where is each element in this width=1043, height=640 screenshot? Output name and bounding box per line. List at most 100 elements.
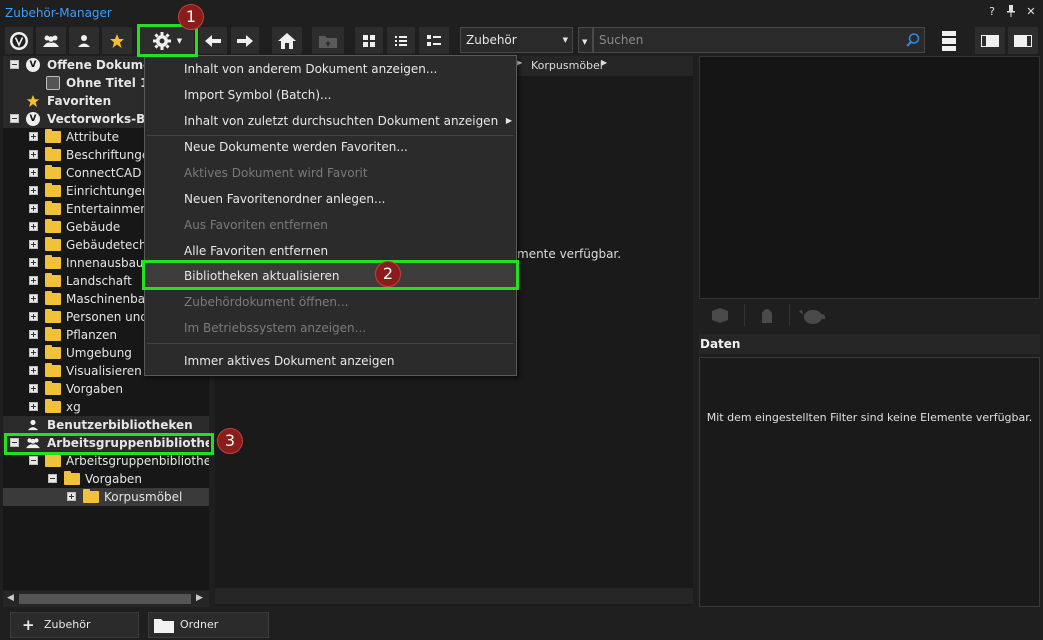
expand-icon[interactable]: [29, 150, 38, 159]
tree-horizontal-scrollbar[interactable]: ◀ ▶: [3, 591, 209, 607]
expand-icon[interactable]: [29, 258, 38, 267]
search-input[interactable]: [599, 31, 899, 49]
data-empty-message: Mit dem eingestellten Filter sind keine …: [706, 411, 1033, 424]
collapse-icon[interactable]: [10, 114, 19, 123]
parent-folder-button[interactable]: [312, 27, 344, 54]
expand-icon[interactable]: [29, 330, 38, 339]
expand-icon[interactable]: [29, 366, 38, 375]
tree-item-xg[interactable]: xg: [3, 398, 209, 416]
menu-separator: [147, 343, 514, 344]
home-button[interactable]: [272, 27, 302, 54]
menu-item-open-resource-document[interactable]: Zubehördokument öffnen...: [145, 289, 516, 315]
pin-icon: [1007, 5, 1015, 17]
folder-icon: [45, 453, 61, 467]
workgroup-libraries-button[interactable]: [36, 27, 66, 54]
menu-item-always-show-active-doc[interactable]: Immer aktives Dokument anzeigen: [145, 348, 516, 374]
menu-item-show-in-os[interactable]: Im Betriebssystem anzeigen...: [145, 315, 516, 341]
folder-icon: [45, 165, 61, 179]
menu-item-import-symbol-batch[interactable]: Import Symbol (Batch)...: [145, 82, 516, 108]
expand-icon[interactable]: [29, 186, 38, 195]
menu-item-active-doc-favorite[interactable]: Aktives Dokument wird Favorit: [145, 160, 516, 186]
detail-view-button[interactable]: [419, 27, 449, 54]
vectorworks-logo-icon: V: [26, 58, 40, 72]
document-icon: [46, 76, 60, 90]
folder-icon: [45, 345, 61, 359]
expand-icon[interactable]: [29, 132, 38, 141]
preview-toolbar: [699, 300, 1040, 330]
arrow-right-icon: [237, 34, 253, 47]
empty-message: mente verfügbar.: [517, 247, 622, 261]
folder-icon: [83, 489, 99, 503]
expand-icon[interactable]: [29, 222, 38, 231]
vectorworks-libraries-button[interactable]: [5, 27, 33, 54]
list-view-button[interactable]: [387, 27, 415, 54]
highlight-workgroup-libraries: [4, 433, 214, 455]
back-button[interactable]: [199, 27, 227, 54]
expand-icon[interactable]: [29, 348, 38, 357]
close-button[interactable]: ✕: [1024, 5, 1038, 21]
thumbnail-view-button[interactable]: [355, 27, 383, 54]
search-icon: [906, 33, 920, 47]
user-icon: [27, 419, 39, 431]
expand-icon[interactable]: [29, 276, 38, 285]
divider: [744, 304, 745, 326]
collapse-icon[interactable]: [48, 474, 57, 483]
add-folder-button[interactable]: Ordner anlegen...: [148, 612, 269, 638]
collapse-icon[interactable]: [10, 60, 19, 69]
scroll-right-icon[interactable]: ▶: [196, 593, 203, 603]
toggle-tree-button[interactable]: [934, 27, 964, 54]
menu-item-new-favorites-folder[interactable]: Neuen Favoritenordner anlegen...: [145, 186, 516, 212]
step-badge-1: 1: [178, 4, 204, 30]
menu-item-show-other-document[interactable]: Inhalt von anderem Dokument anzeigen...: [145, 56, 516, 82]
plus-icon: +: [22, 616, 35, 634]
user-libraries-button[interactable]: [69, 27, 99, 54]
scroll-left-icon[interactable]: ◀: [7, 593, 14, 603]
layout-left-button[interactable]: [975, 27, 1005, 54]
folder-icon: [45, 129, 61, 143]
filter-select[interactable]: Zubehör komplett ▼: [460, 27, 573, 71]
panel-stack-icon: [942, 30, 956, 51]
breadcrumb-item[interactable]: Korpusmöbel: [531, 59, 603, 72]
folder-icon: [45, 363, 61, 377]
folder-outline-icon: [154, 619, 174, 633]
2d-view-icon: [712, 308, 728, 323]
folder-icon: [45, 219, 61, 233]
3d-view-icon: [762, 309, 772, 323]
chevron-right-icon[interactable]: ▶: [601, 58, 607, 67]
scroll-thumb[interactable]: [19, 594, 191, 604]
add-resource-button[interactable]: + Zubehör anlegen...: [10, 612, 139, 638]
settings-dropdown-menu: Inhalt von anderem Dokument anzeigen... …: [144, 55, 517, 376]
expand-icon[interactable]: [29, 384, 38, 393]
layout-right-icon: [1014, 34, 1032, 47]
menu-item-new-docs-favorites[interactable]: Neue Dokumente werden Favoriten...: [145, 134, 516, 160]
collapse-icon[interactable]: [29, 456, 38, 465]
forward-button[interactable]: [231, 27, 259, 54]
tree-item-user-libraries[interactable]: Benutzerbibliotheken: [3, 416, 209, 434]
tree-item-korpusmoebel[interactable]: Korpusmöbel: [3, 488, 209, 506]
expand-icon[interactable]: [29, 312, 38, 321]
chevron-down-icon: ▼: [562, 36, 568, 44]
menu-item-recent-documents[interactable]: Inhalt von zuletzt durchsuchten Dokument…: [145, 108, 516, 134]
expand-icon[interactable]: [29, 402, 38, 411]
arrow-left-icon: [205, 34, 221, 47]
expand-icon[interactable]: [29, 168, 38, 177]
favorites-button[interactable]: [102, 27, 132, 54]
layout-left-icon: [981, 34, 999, 47]
layout-right-button[interactable]: [1008, 27, 1038, 54]
search-scope-dropdown[interactable]: ▼: [578, 27, 593, 53]
expand-icon[interactable]: [67, 492, 76, 501]
expand-icon[interactable]: [29, 204, 38, 213]
folder-up-icon: [319, 35, 337, 48]
folder-icon: [45, 147, 61, 161]
expand-icon[interactable]: [29, 294, 38, 303]
middle-scrollbar[interactable]: [215, 588, 693, 604]
tree-item-vorgaben[interactable]: Vorgaben: [3, 380, 209, 398]
menu-item-remove-from-favorites[interactable]: Aus Favoriten entfernen: [145, 212, 516, 238]
pin-button[interactable]: [1004, 5, 1018, 21]
tree-item-workgroup-vorgaben[interactable]: Vorgaben: [3, 470, 209, 488]
folder-icon: [45, 309, 61, 323]
expand-icon[interactable]: [29, 240, 38, 249]
divider: [789, 304, 790, 326]
search-button[interactable]: [902, 28, 924, 52]
help-button[interactable]: ?: [985, 5, 999, 21]
